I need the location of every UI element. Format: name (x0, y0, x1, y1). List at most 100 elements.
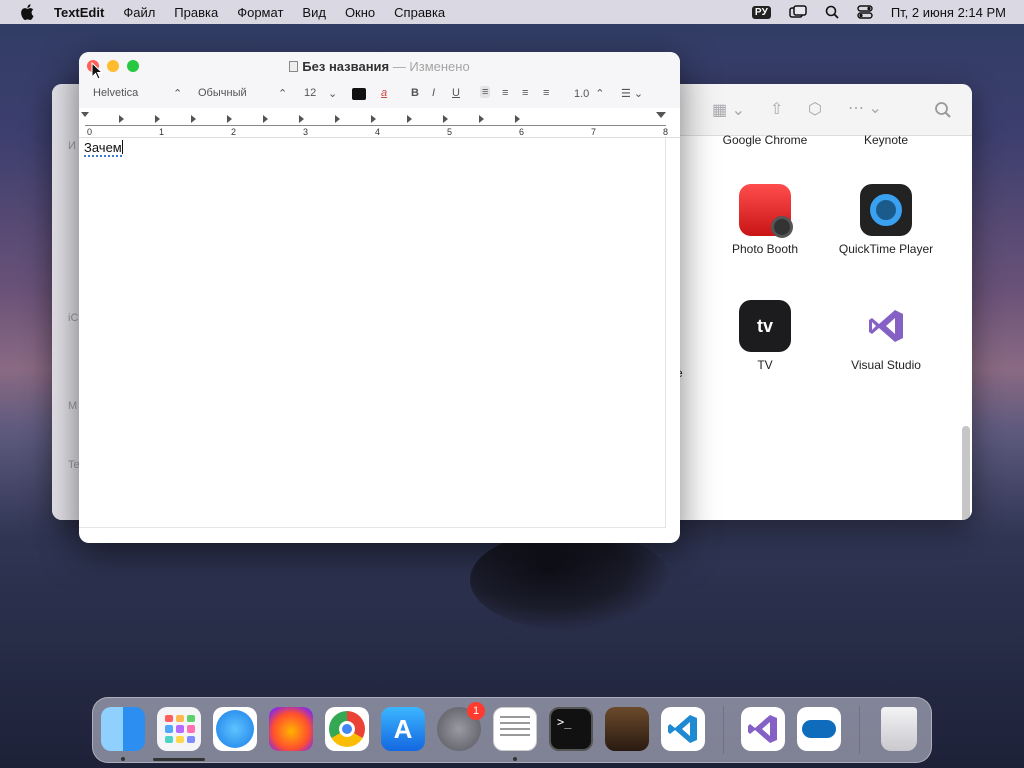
font-family-value: Helvetica (93, 87, 139, 99)
dock-trash-icon[interactable] (881, 707, 917, 751)
app-visual-studio[interactable]: Visual Studio (826, 300, 946, 372)
finder-content: e Google Chrome Keynote Photo Booth Quic… (672, 133, 972, 520)
ruler-number: 1 (159, 127, 165, 137)
photo-booth-icon (739, 184, 793, 238)
dock-firefox-icon[interactable] (269, 707, 313, 751)
ruler-number: 4 (375, 127, 381, 137)
notification-badge: 1 (467, 702, 485, 720)
app-label: Visual Studio (851, 358, 921, 372)
dock-terminal-icon[interactable]: >_ (549, 707, 593, 751)
align-right-icon[interactable]: ≡ (522, 87, 528, 99)
align-center-icon[interactable]: ≡ (502, 87, 508, 99)
align-left-icon[interactable]: ≡ (480, 86, 491, 98)
menu-window[interactable]: Окно (345, 5, 375, 20)
share-icon[interactable]: ⇧ (770, 99, 783, 119)
document-icon (289, 61, 299, 72)
dock-textedit-icon[interactable] (493, 707, 537, 751)
app-label: Photo Booth (731, 242, 799, 256)
menu-view[interactable]: Вид (302, 5, 326, 20)
menu-edit[interactable]: Правка (174, 5, 218, 20)
dock-safari-icon[interactable] (213, 707, 257, 751)
font-style-value: Обычный (198, 87, 247, 99)
dock-finder-icon[interactable] (101, 707, 145, 751)
menu-help[interactable]: Справка (394, 5, 445, 20)
tag-icon[interactable]: ⬡ (808, 99, 822, 119)
dock-app-store-icon[interactable]: A (381, 707, 425, 751)
line-spacing-select[interactable]: 1.0 ⌃ (574, 87, 605, 100)
tab-stop[interactable] (227, 115, 236, 123)
ruler[interactable]: 0 1 2 3 4 5 6 7 8 (79, 108, 680, 138)
app-keynote[interactable]: Keynote (826, 133, 946, 147)
menu-format[interactable]: Формат (237, 5, 283, 20)
document-text-area[interactable]: Зачем (84, 140, 123, 157)
dock-launchpad-icon[interactable] (157, 707, 201, 751)
menu-file[interactable]: Файл (123, 5, 155, 20)
tab-stop[interactable] (443, 115, 452, 123)
app-label: QuickTime Player (838, 242, 934, 256)
underline-button[interactable]: U (452, 87, 460, 99)
ruler-number: 8 (663, 127, 669, 137)
document-title: Без названия (302, 59, 390, 74)
dock-onedrive-icon[interactable] (797, 707, 841, 751)
bold-button[interactable]: B (411, 87, 419, 99)
text-caret (121, 140, 123, 154)
window-title: Без названия — Изменено (79, 59, 680, 74)
quicktime-icon (860, 184, 912, 236)
sidebar-letter: M (68, 400, 78, 412)
justify-icon[interactable]: ≡ (543, 87, 549, 99)
tab-stop[interactable] (371, 115, 380, 123)
finder-sidebar: И iC M Te (52, 84, 82, 520)
dock-visual-studio-icon[interactable] (741, 707, 785, 751)
app-tv[interactable]: tv TV (705, 300, 825, 372)
tab-stop[interactable] (155, 115, 164, 123)
mouse-pointer-icon (91, 62, 103, 80)
dock-chrome-icon[interactable] (325, 707, 369, 751)
tab-stop[interactable] (191, 115, 200, 123)
format-toolbar: Helvetica ⌃ Обычный ⌃ 12 ⌄ a B I U ≡ ≡ ≡ ≡ … (79, 80, 680, 108)
tab-stop[interactable] (119, 115, 128, 123)
spotlight-search-icon[interactable] (825, 5, 839, 19)
visual-studio-icon (860, 300, 912, 352)
dock-vscode-icon[interactable] (661, 707, 705, 751)
app-google-chrome[interactable]: Google Chrome (705, 133, 825, 147)
italic-button[interactable]: I (432, 87, 435, 99)
app-quicktime-player[interactable]: QuickTime Player (826, 184, 946, 256)
right-margin-marker[interactable] (656, 112, 666, 118)
view-grid-icon[interactable]: ▦ ⌄ (712, 100, 745, 120)
sidebar-letter: Te (68, 459, 80, 471)
app-label: TV (757, 358, 773, 372)
text-color-swatch[interactable] (352, 88, 366, 100)
ruler-number: 3 (303, 127, 309, 137)
tab-stop[interactable] (515, 115, 524, 123)
font-family-select[interactable]: Helvetica ⌃ (93, 87, 182, 100)
finder-scrollbar[interactable] (962, 426, 970, 520)
list-bullets-icon[interactable]: ☰ ⌄ (621, 87, 643, 100)
dock-garageband-icon[interactable] (605, 707, 649, 751)
tab-stop[interactable] (299, 115, 308, 123)
control-center-icon[interactable] (857, 5, 873, 19)
tab-stop[interactable] (335, 115, 344, 123)
tab-stop[interactable] (479, 115, 488, 123)
wallpaper-island (470, 530, 670, 630)
tab-stop[interactable] (407, 115, 416, 123)
search-icon[interactable] (934, 101, 952, 119)
line-spacing-value: 1.0 (574, 88, 590, 100)
textedit-window[interactable]: Без названия — Изменено Helvetica ⌃ Обычн… (79, 52, 680, 543)
highlight-color-icon[interactable]: a (381, 87, 387, 99)
font-style-select[interactable]: Обычный ⌃ (198, 87, 287, 100)
ruler-number: 2 (231, 127, 237, 137)
app-photo-booth[interactable]: Photo Booth (705, 184, 825, 256)
menu-app-name[interactable]: TextEdit (54, 5, 104, 20)
sidebar-letter: И (68, 140, 76, 152)
first-indent-marker[interactable] (81, 112, 89, 117)
apple-icon[interactable] (20, 4, 34, 20)
more-actions-icon[interactable]: ⋯ ⌄ (848, 98, 882, 118)
dock-system-settings-icon[interactable]: 1 (437, 702, 485, 751)
tab-stop[interactable] (263, 115, 272, 123)
screen-mirroring-icon[interactable] (789, 5, 807, 19)
input-source-indicator[interactable]: PУ (751, 5, 771, 19)
clock-datetime[interactable]: Пт, 2 июня 2:14 PM (891, 5, 1006, 20)
app-label: Keynote (863, 133, 909, 147)
title-bar[interactable]: Без названия — Изменено (79, 52, 680, 80)
font-size-select[interactable]: 12 ⌄ (304, 87, 337, 100)
